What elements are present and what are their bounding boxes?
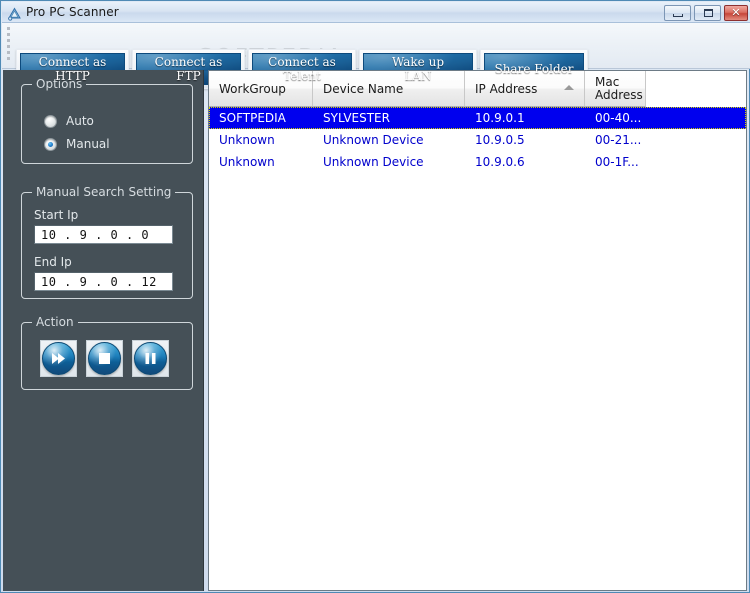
cell-ip-address: 10.9.0.1: [475, 111, 525, 125]
close-icon: ✕: [731, 6, 741, 19]
column-header-ip-address[interactable]: IP Address: [465, 71, 585, 107]
column-header-mac-address[interactable]: Mac Address: [585, 71, 646, 107]
title-bar: Pro PC Scanner ✕: [2, 2, 750, 23]
start-scan-button[interactable]: [40, 340, 77, 377]
cell-ip-address: 10.9.0.5: [475, 133, 525, 147]
connect-as-http-label-line1: Connect as: [38, 55, 107, 69]
stop-icon: [88, 342, 121, 375]
options-groupbox: Options Auto Manual: [21, 77, 193, 164]
column-header-ip-address-label: IP Address: [475, 81, 538, 96]
sort-ascending-icon: [564, 85, 574, 90]
cell-mac-address: 00-40...: [595, 111, 642, 125]
toolbar-grip-handle[interactable]: [7, 27, 12, 65]
cell-workgroup: Unknown: [219, 155, 275, 169]
column-header-mac-address-line2: Address: [595, 87, 643, 102]
end-ip-label: End Ip: [34, 255, 72, 269]
radio-auto-label: Auto: [66, 114, 94, 128]
action-groupbox: Action: [21, 315, 193, 390]
application-window: Pro PC Scanner ✕ SOFTPEDIA www.softpedia…: [0, 0, 750, 593]
radio-auto-indicator: [44, 114, 57, 128]
cell-ip-address: 10.9.0.6: [475, 155, 525, 169]
connect-as-ftp-label-line2: FTP: [176, 69, 201, 83]
minimize-icon: [673, 14, 683, 17]
radio-manual-label: Manual: [66, 137, 110, 151]
end-ip-input[interactable]: 10 . 9 . 0 . 12: [34, 272, 173, 291]
maximize-icon: [704, 9, 713, 17]
radio-option-manual[interactable]: Manual: [44, 137, 110, 151]
manual-search-setting-groupbox: Manual Search Setting Start Ip 10 . 9 . …: [21, 185, 193, 299]
cell-device-name: SYLVESTER: [323, 111, 390, 125]
window-title: Pro PC Scanner: [26, 5, 119, 19]
wake-up-lan-label-line2: LAN: [404, 69, 432, 83]
minimize-button[interactable]: [664, 5, 691, 21]
stop-scan-button[interactable]: [86, 340, 123, 377]
radio-option-auto[interactable]: Auto: [44, 114, 94, 128]
start-ip-label: Start Ip: [34, 208, 79, 222]
app-scanner-icon: [7, 6, 22, 21]
cell-workgroup: Unknown: [219, 133, 275, 147]
pause-icon: [134, 342, 167, 375]
maximize-button[interactable]: [694, 5, 721, 21]
start-ip-input[interactable]: 10 . 9 . 0 . 0: [34, 225, 173, 244]
close-button[interactable]: ✕: [724, 5, 748, 21]
share-folder-label: Share Folder: [494, 62, 574, 76]
table-row[interactable]: Unknown Unknown Device 10.9.0.6 00-1F...: [209, 151, 746, 173]
pause-scan-button[interactable]: [132, 340, 169, 377]
cell-mac-address: 00-1F...: [595, 155, 639, 169]
listview-body: SOFTPEDIA SYLVESTER 10.9.0.1 00-40... Un…: [209, 107, 746, 173]
table-row[interactable]: Unknown Unknown Device 10.9.0.5 00-21...: [209, 129, 746, 151]
cell-mac-address: 00-21...: [595, 133, 642, 147]
connect-as-telnet-label-line2: Telent: [283, 69, 321, 83]
devices-listview[interactable]: WorkGroup Device Name IP Address Mac Add…: [208, 70, 747, 591]
column-header-mac-address-label: Mac Address: [595, 74, 643, 102]
connect-as-telnet-label-line1: Connect as: [268, 55, 336, 69]
wake-up-lan-label-line1: Wake up: [391, 55, 445, 69]
cell-workgroup: SOFTPEDIA: [219, 111, 286, 125]
table-row[interactable]: SOFTPEDIA SYLVESTER 10.9.0.1 00-40...: [209, 107, 746, 129]
connect-as-http-label-line2: HTTP: [55, 69, 90, 83]
manual-search-groupbox-title: Manual Search Setting: [32, 185, 176, 199]
column-header-device-name[interactable]: Device Name: [313, 71, 465, 107]
cell-device-name: Unknown Device: [323, 133, 424, 147]
toolbar: SOFTPEDIA www.softpedia.com Connect as H…: [2, 23, 750, 89]
play-forward-icon: [42, 342, 75, 375]
connect-as-ftp-label-line1: Connect as: [154, 55, 223, 69]
action-groupbox-title: Action: [32, 315, 78, 329]
left-options-panel: Options Auto Manual Manual Search Settin…: [3, 70, 204, 591]
column-header-mac-address-line1: Mac: [595, 74, 620, 89]
radio-manual-indicator: [44, 137, 57, 151]
cell-device-name: Unknown Device: [323, 155, 424, 169]
